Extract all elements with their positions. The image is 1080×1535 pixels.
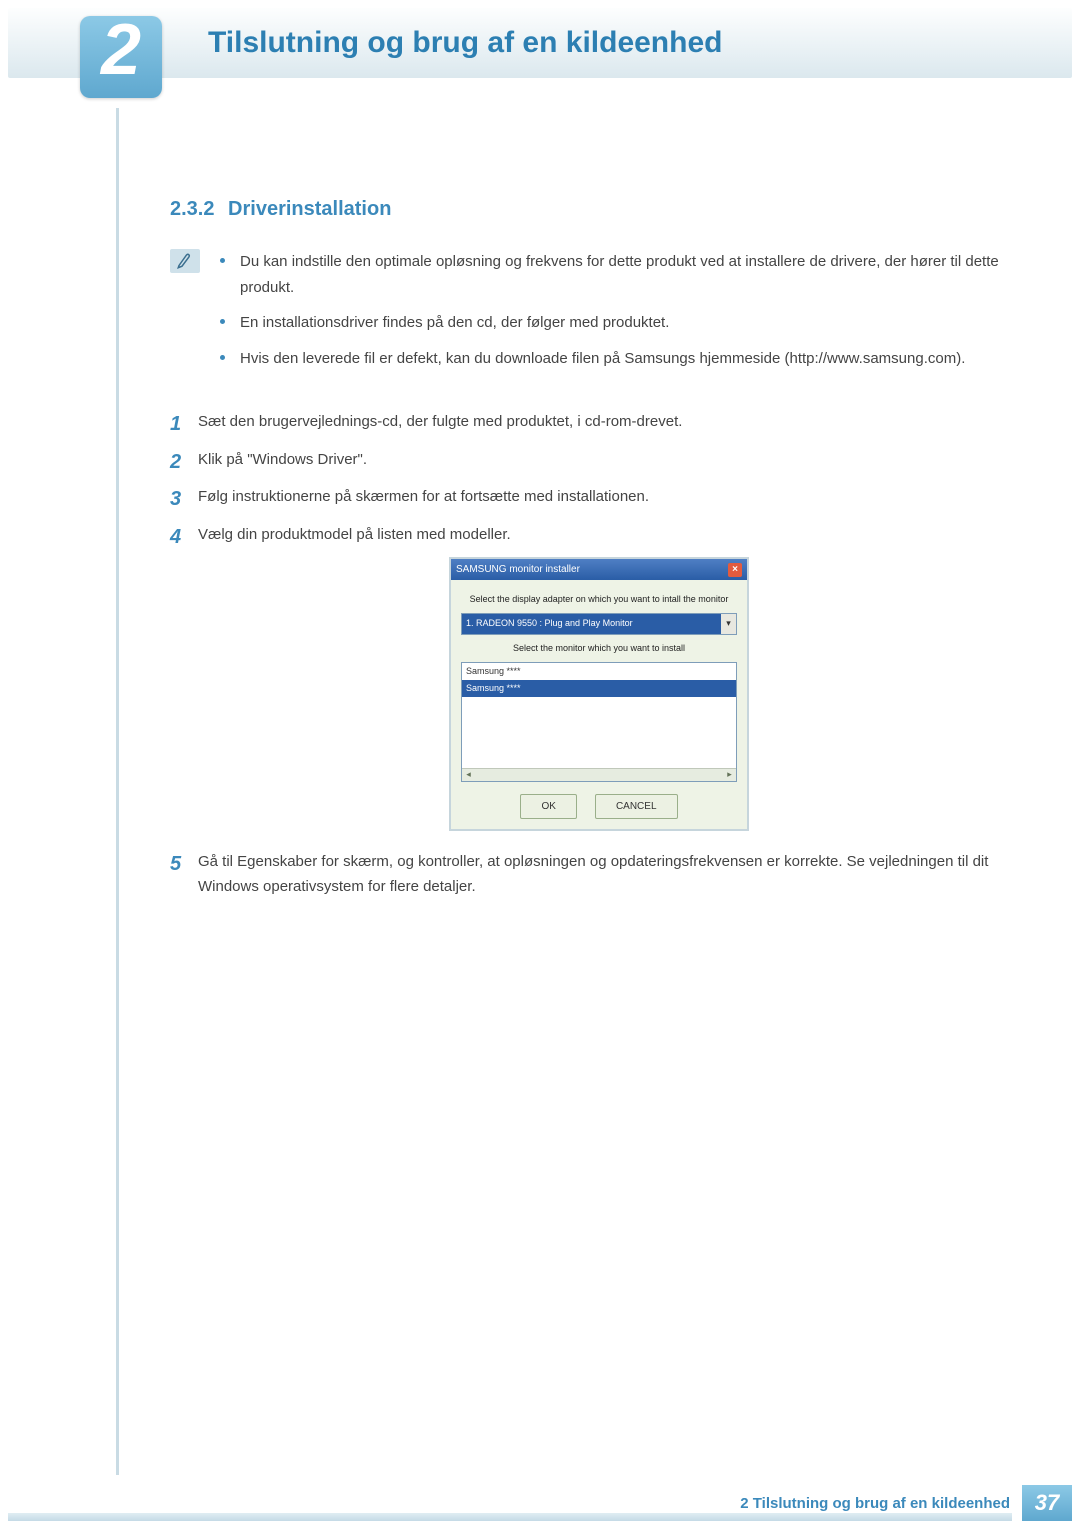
page-number: 37 bbox=[1022, 1485, 1072, 1521]
adapter-label: Select the display adapter on which you … bbox=[461, 592, 737, 607]
step-text: Klik på "Windows Driver". bbox=[198, 451, 367, 468]
monitor-list-item: Samsung **** bbox=[462, 663, 736, 680]
installer-titlebar: SAMSUNG monitor installer × bbox=[451, 559, 747, 580]
step-item: 5 Gå til Egenskaber for skærm, og kontro… bbox=[170, 849, 1000, 900]
steps-list: 1 Sæt den brugervejlednings-cd, der fulg… bbox=[170, 409, 1000, 900]
cancel-button: CANCEL bbox=[595, 794, 678, 819]
note-item: Du kan indstille den optimale opløsning … bbox=[220, 249, 1000, 300]
monitor-list: Samsung **** Samsung **** ◂ ▸ bbox=[461, 662, 737, 782]
section-heading: 2.3.2 Driverinstallation bbox=[170, 198, 1000, 221]
ok-button: OK bbox=[520, 794, 576, 819]
chapter-title: Tilslutning og brug af en kildeenhed bbox=[128, 26, 722, 60]
step-number: 1 bbox=[170, 407, 181, 441]
monitor-label: Select the monitor which you want to ins… bbox=[461, 641, 737, 656]
chapter-header: Tilslutning og brug af en kildeenhed bbox=[8, 8, 1072, 78]
note-item: Hvis den leverede fil er defekt, kan du … bbox=[220, 346, 1000, 372]
step-text: Vælg din produktmodel på listen med mode… bbox=[198, 526, 511, 543]
step-text: Sæt den brugervejlednings-cd, der fulgte… bbox=[198, 413, 682, 430]
section-number: 2.3.2 bbox=[170, 198, 214, 220]
chevron-down-icon: ▾ bbox=[721, 614, 736, 633]
monitor-list-item-selected: Samsung **** bbox=[462, 680, 736, 697]
note-item: En installationsdriver findes på den cd,… bbox=[220, 310, 1000, 336]
step-item: 1 Sæt den brugervejlednings-cd, der fulg… bbox=[170, 409, 1000, 435]
installer-body: Select the display adapter on which you … bbox=[451, 580, 747, 829]
chapter-number: 2 bbox=[101, 18, 141, 83]
note-list: Du kan indstille den optimale opløsning … bbox=[220, 249, 1000, 381]
scroll-left-icon: ◂ bbox=[462, 768, 475, 781]
step-item: 2 Klik på "Windows Driver". bbox=[170, 447, 1000, 473]
installer-window-title: SAMSUNG monitor installer bbox=[456, 561, 580, 578]
installer-button-row: OK CANCEL bbox=[461, 794, 737, 819]
step-item: 3 Følg instruktionerne på skærmen for at… bbox=[170, 484, 1000, 510]
adapter-selected: 1. RADEON 9550 : Plug and Play Monitor bbox=[462, 614, 721, 633]
footer-bar bbox=[8, 1513, 1012, 1521]
page-root: Tilslutning og brug af en kildeenhed 2 2… bbox=[0, 8, 1080, 1535]
step-number: 3 bbox=[170, 482, 181, 516]
installer-screenshot: SAMSUNG monitor installer × Select the d… bbox=[449, 557, 749, 831]
step-text: Følg instruktionerne på skærmen for at f… bbox=[198, 488, 649, 505]
note-block: Du kan indstille den optimale opløsning … bbox=[170, 249, 1000, 381]
close-icon: × bbox=[728, 563, 742, 577]
section-title: Driverinstallation bbox=[228, 198, 391, 220]
scroll-right-icon: ▸ bbox=[723, 768, 736, 781]
vertical-rule bbox=[116, 108, 119, 1475]
page-footer: 2 Tilslutning og brug af en kildeenhed 3… bbox=[8, 1485, 1072, 1521]
step-number: 4 bbox=[170, 520, 181, 554]
step-number: 2 bbox=[170, 445, 181, 479]
content-area: 2.3.2 Driverinstallation Du kan indstill… bbox=[0, 78, 1080, 900]
step-item: 4 Vælg din produktmodel på listen med mo… bbox=[170, 522, 1000, 831]
horizontal-scrollbar: ◂ ▸ bbox=[462, 768, 736, 781]
step-text: Gå til Egenskaber for skærm, og kontroll… bbox=[198, 853, 988, 896]
chapter-badge: 2 bbox=[80, 16, 162, 98]
step-number: 5 bbox=[170, 847, 181, 881]
adapter-dropdown: 1. RADEON 9550 : Plug and Play Monitor ▾ bbox=[461, 613, 737, 634]
note-icon bbox=[170, 249, 200, 273]
